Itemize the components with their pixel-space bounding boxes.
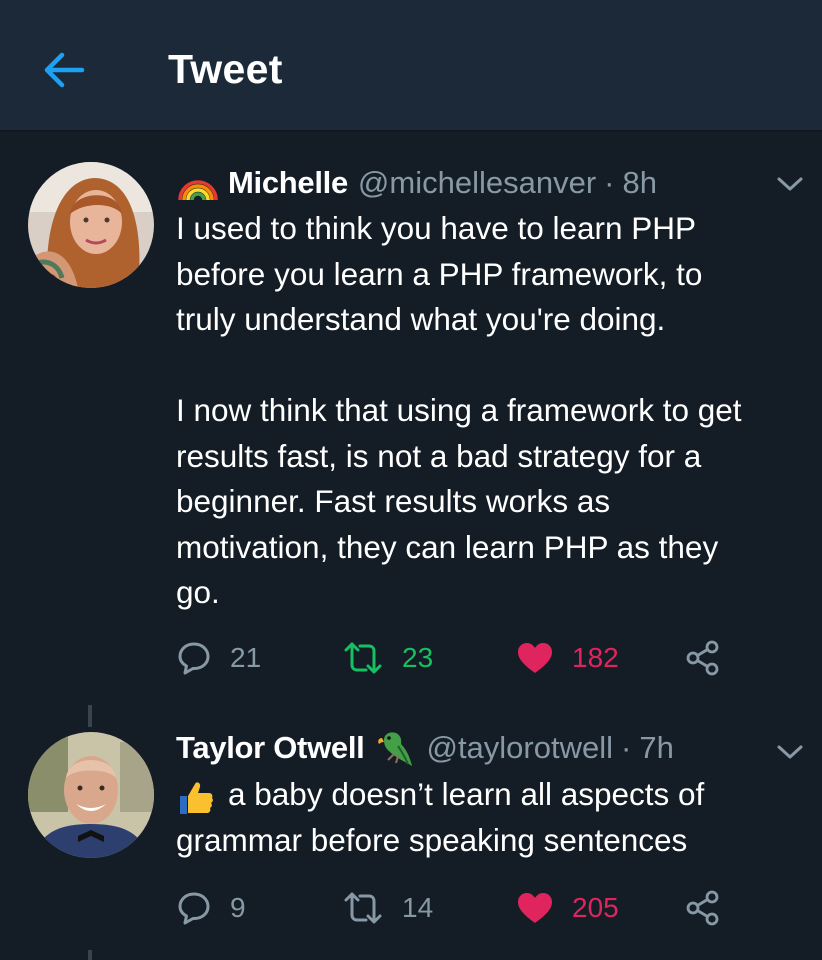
back-button[interactable] (42, 50, 86, 90)
reply-icon (178, 892, 210, 925)
retweet-count: 14 (402, 892, 434, 923)
reply-icon (178, 642, 210, 675)
chevron-down-icon (777, 745, 803, 759)
chevron-down-icon (777, 177, 803, 191)
top-bar: Tweet (0, 0, 822, 132)
retweet-icon (344, 642, 382, 674)
action-bar: 21 23 182 (176, 638, 736, 678)
parrot-icon (378, 732, 413, 766)
reply-count: 9 (230, 892, 246, 923)
share-button[interactable] (684, 638, 722, 678)
back-arrow-icon (44, 52, 85, 88)
share-icon (686, 890, 719, 926)
heart-icon (518, 893, 552, 923)
retweet-button[interactable]: 14 (342, 888, 433, 928)
like-button[interactable]: 205 (516, 888, 619, 928)
tweet-text: I used to think you have to learn PHP be… (176, 210, 742, 610)
separator: · (621, 730, 632, 765)
share-button[interactable] (684, 888, 722, 928)
tweet-2[interactable]: Taylor Otwell @taylorotwell · 7h a baby … (0, 702, 822, 960)
page-title: Tweet (168, 46, 283, 92)
tweet-header: Taylor Otwell @taylorotwell · 7h (176, 728, 674, 768)
avatar[interactable] (28, 732, 154, 858)
share-icon (686, 640, 719, 676)
retweet-button[interactable]: 23 (342, 638, 433, 678)
reply-button[interactable]: 21 (176, 638, 261, 678)
author-handle[interactable]: @michellesanver (358, 165, 596, 201)
retweet-count: 23 (402, 642, 434, 673)
tweet-menu-button[interactable] (776, 174, 804, 194)
separator: · (604, 165, 615, 200)
reply-button[interactable]: 9 (176, 888, 246, 928)
timestamp[interactable]: 8h (622, 165, 656, 201)
author-name[interactable]: Michelle (228, 165, 348, 201)
timestamp[interactable]: 7h (639, 730, 673, 766)
tweet-1[interactable]: Michelle @michellesanver · 8h I used to … (0, 132, 822, 702)
rainbow-icon (178, 180, 218, 201)
like-count: 182 (572, 642, 619, 673)
heart-icon (518, 643, 552, 673)
tweet-text: a baby doesn’t learn all aspects of gram… (176, 776, 705, 858)
avatar[interactable] (28, 162, 154, 288)
tweet-header: Michelle @michellesanver · 8h (176, 164, 657, 202)
thread-connector (88, 950, 92, 960)
action-bar: 9 14 205 (176, 888, 736, 928)
author-handle[interactable]: @taylorotwell (426, 730, 613, 766)
like-button[interactable]: 182 (516, 638, 619, 678)
like-count: 205 (572, 892, 619, 923)
reply-count: 21 (230, 642, 262, 673)
author-name[interactable]: Taylor Otwell (176, 730, 365, 766)
tweet-menu-button[interactable] (776, 742, 804, 762)
retweet-icon (344, 892, 382, 924)
